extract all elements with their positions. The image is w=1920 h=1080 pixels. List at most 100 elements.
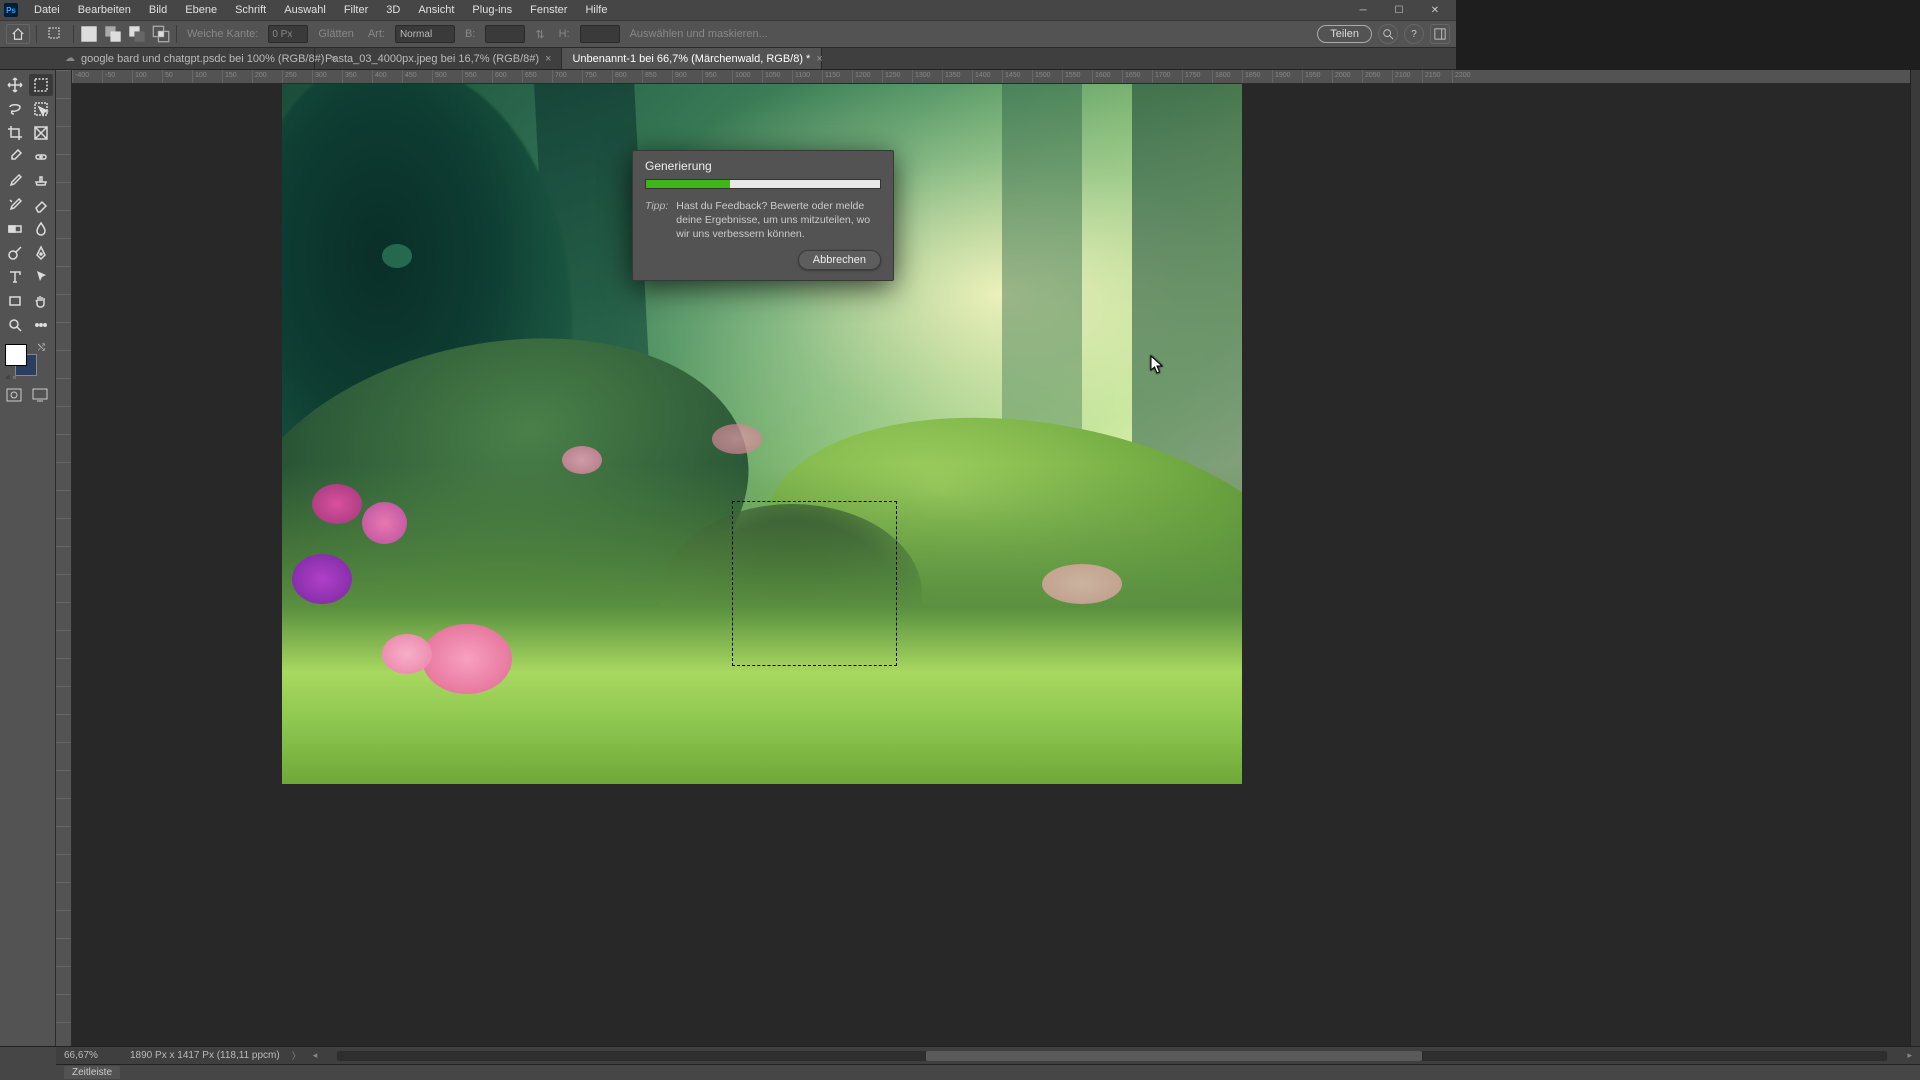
document-tab[interactable]: ☁ google bard und chatgpt.psdc bei 100% … — [55, 48, 315, 69]
object-select-tool[interactable] — [29, 98, 53, 120]
select-and-mask-button[interactable]: Auswählen und maskieren... — [626, 28, 772, 40]
menu-ebene[interactable]: Ebene — [177, 2, 225, 18]
menu-bearbeiten[interactable]: Bearbeiten — [70, 2, 139, 18]
ruler-tick: 500 — [432, 70, 447, 83]
eraser-tool[interactable] — [29, 194, 53, 216]
document-tab-active[interactable]: Unbenannt-1 bei 66,7% (Märchenwald, RGB/… — [562, 48, 822, 69]
ruler-tick: 900 — [672, 70, 687, 83]
style-label: Art: — [364, 28, 389, 40]
close-tab-icon[interactable]: × — [816, 53, 822, 65]
height-input[interactable] — [580, 25, 620, 43]
selection-subtract-icon[interactable] — [128, 25, 146, 43]
scrollbar-thumb[interactable] — [926, 1051, 1422, 1061]
home-icon[interactable] — [6, 24, 30, 44]
menu-schrift[interactable]: Schrift — [227, 2, 274, 18]
zoom-tool[interactable] — [3, 314, 27, 336]
ruler-tick: 2000 — [1332, 70, 1351, 83]
workspace: ⤭ ◾▫ -400-501005010015020025030035040045… — [0, 70, 1920, 1046]
history-brush-tool[interactable] — [3, 194, 27, 216]
style-dropdown[interactable]: Normal — [395, 25, 455, 43]
type-tool[interactable] — [3, 266, 27, 288]
ruler-tick: 350 — [342, 70, 357, 83]
ruler-tick: 950 — [702, 70, 717, 83]
rectangle-tool[interactable] — [3, 290, 27, 312]
lasso-tool[interactable] — [3, 98, 27, 120]
zoom-level[interactable]: 66,67% — [64, 1050, 118, 1061]
timeline-panel[interactable]: Zeitleiste — [56, 1064, 1920, 1080]
ruler-tick: 700 — [552, 70, 567, 83]
edit-toolbar-icon[interactable] — [29, 314, 53, 336]
selection-add-icon[interactable] — [104, 25, 122, 43]
ruler-tick: 800 — [612, 70, 627, 83]
ruler-tick: 1200 — [852, 70, 871, 83]
menu-plugins[interactable]: Plug-ins — [464, 2, 520, 18]
ruler-tick: 1950 — [1302, 70, 1321, 83]
share-button[interactable]: Teilen — [1317, 25, 1372, 43]
horizontal-ruler: -400-50100501001502002503003504004505005… — [72, 70, 1910, 84]
selection-marquee[interactable] — [732, 501, 897, 666]
default-colors-icon[interactable]: ◾▫ — [3, 373, 16, 382]
document-tab[interactable]: Pasta_03_4000px.jpeg bei 16,7% (RGB/8#) … — [315, 48, 562, 69]
selection-new-icon[interactable] — [80, 25, 98, 43]
ruler-tick: 1800 — [1212, 70, 1231, 83]
workspace-icon[interactable] — [1430, 24, 1450, 44]
ruler-tick: 600 — [492, 70, 507, 83]
dodge-tool[interactable] — [3, 242, 27, 264]
ruler-tick: 400 — [372, 70, 387, 83]
current-tool-icon[interactable] — [43, 24, 67, 44]
brush-tool[interactable] — [3, 170, 27, 192]
ruler-tick: 1550 — [1062, 70, 1081, 83]
window-minimize-icon[interactable]: ─ — [1346, 0, 1380, 20]
menu-datei[interactable]: Datei — [26, 2, 68, 18]
horizontal-scrollbar[interactable] — [337, 1051, 1887, 1061]
timeline-tab[interactable]: Zeitleiste — [64, 1066, 120, 1079]
window-maximize-icon[interactable]: ☐ — [1382, 0, 1416, 20]
close-tab-icon[interactable]: × — [545, 53, 551, 65]
blur-tool[interactable] — [29, 218, 53, 240]
status-bar: 66,67% 1890 Px x 1417 Px (118,11 ppcm) 〉… — [56, 1046, 1920, 1064]
frame-tool[interactable] — [29, 122, 53, 144]
ruler-tick: 1050 — [762, 70, 781, 83]
feather-input[interactable]: 0 Px — [268, 25, 308, 43]
width-input[interactable] — [485, 25, 525, 43]
scroll-left-icon[interactable]: ◂ — [313, 1050, 318, 1061]
eyedropper-tool[interactable] — [3, 146, 27, 168]
status-chevron-icon[interactable]: 〉 — [292, 1049, 301, 1062]
color-chips[interactable]: ⤭ ◾▫ — [3, 342, 51, 382]
menu-ansicht[interactable]: Ansicht — [410, 2, 462, 18]
menu-fenster[interactable]: Fenster — [522, 2, 575, 18]
foreground-color-chip[interactable] — [5, 344, 27, 366]
antialias-checkbox-label[interactable]: Glätten — [314, 28, 357, 40]
search-icon[interactable] — [1378, 24, 1398, 44]
scroll-right-icon[interactable]: ▸ — [1907, 1050, 1912, 1061]
marquee-tool[interactable] — [29, 74, 53, 96]
menu-3d[interactable]: 3D — [378, 2, 408, 18]
clone-stamp-tool[interactable] — [29, 170, 53, 192]
help-icon[interactable]: ? — [1404, 24, 1424, 44]
swap-colors-icon[interactable]: ⤭ — [38, 342, 45, 353]
canvas-area[interactable]: -400-50100501001502002503003504004505005… — [72, 70, 1910, 1046]
menu-filter[interactable]: Filter — [336, 2, 376, 18]
quick-mask-icon[interactable] — [3, 386, 25, 404]
document-tab-bar: ☁ google bard und chatgpt.psdc bei 100% … — [0, 48, 1456, 70]
hand-tool[interactable] — [29, 290, 53, 312]
cancel-button[interactable]: Abbrechen — [798, 250, 881, 270]
ruler-tick: 1900 — [1272, 70, 1291, 83]
ruler-tick: 300 — [312, 70, 327, 83]
link-wh-icon[interactable]: ⇅ — [531, 28, 548, 41]
move-tool[interactable] — [3, 74, 27, 96]
menu-bild[interactable]: Bild — [141, 2, 175, 18]
menu-auswahl[interactable]: Auswahl — [276, 2, 334, 18]
pen-tool[interactable] — [29, 242, 53, 264]
ruler-tick: 200 — [252, 70, 267, 83]
path-select-tool[interactable] — [29, 266, 53, 288]
right-panel-dock[interactable] — [1910, 70, 1920, 1046]
gradient-tool[interactable] — [3, 218, 27, 240]
menu-hilfe[interactable]: Hilfe — [577, 2, 615, 18]
width-label: B: — [461, 28, 479, 40]
screen-mode-icon[interactable] — [29, 386, 51, 404]
window-close-icon[interactable]: ✕ — [1418, 0, 1452, 20]
selection-intersect-icon[interactable] — [152, 25, 170, 43]
spot-heal-tool[interactable] — [29, 146, 53, 168]
crop-tool[interactable] — [3, 122, 27, 144]
